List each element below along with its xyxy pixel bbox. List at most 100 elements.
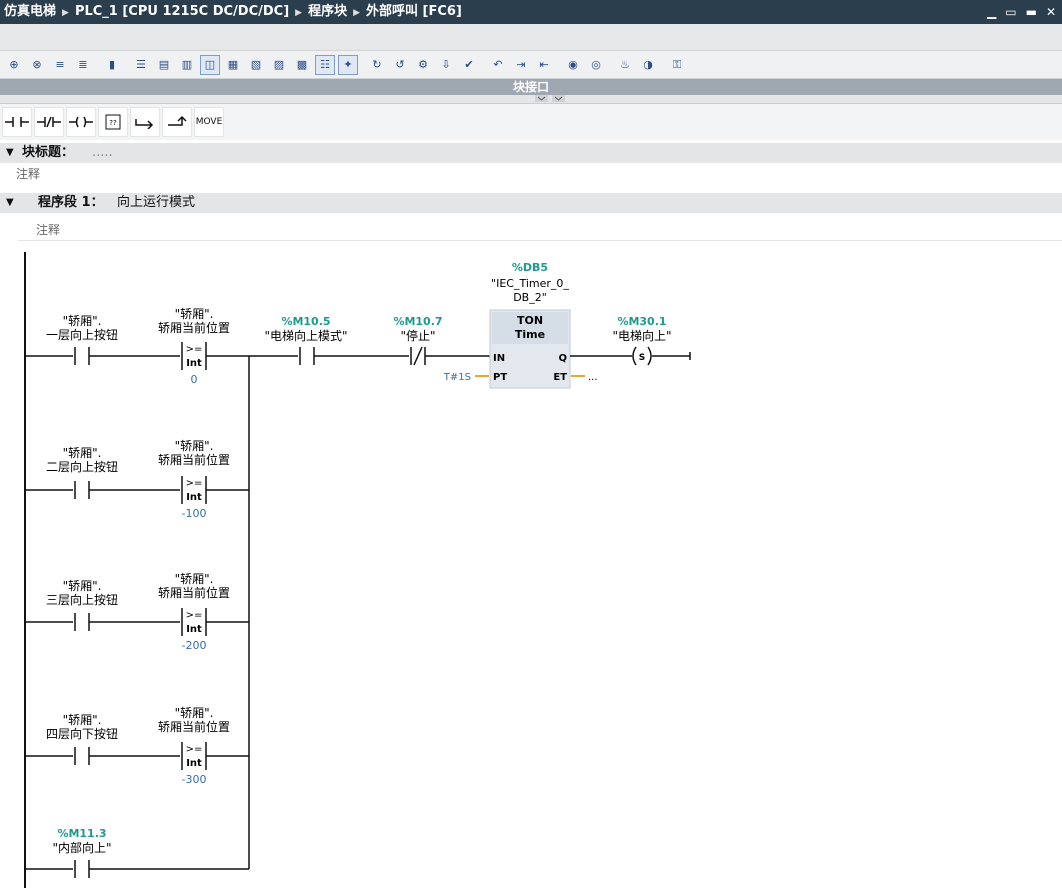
- network-label: 程序段 1：: [38, 195, 104, 210]
- editor-toolbar: ⊕ ⊗ ≡ ≣ ▮ ☰ ▤ ▥ ◫ ▦ ▧ ▨ ▩ ☷ ✦ ↻ ↺ ⚙ ⇩ ✔ …: [0, 51, 1062, 79]
- contact-address[interactable]: %M10.7: [393, 315, 442, 328]
- open-branch-icon[interactable]: [130, 107, 160, 137]
- symbol-info-icon[interactable]: ▨: [269, 55, 289, 75]
- cmp-name-line2: 轿厢当前位置: [158, 585, 230, 600]
- et-value[interactable]: ...: [588, 372, 598, 383]
- coil-address[interactable]: %M30.1: [617, 315, 666, 328]
- move-instruction-button[interactable]: MOVE: [194, 107, 224, 137]
- lock-icon[interactable]: ⚿: [667, 55, 687, 75]
- cmp-value[interactable]: 0: [191, 373, 198, 386]
- open-networks-icon[interactable]: ☰: [131, 55, 151, 75]
- check-icon[interactable]: ✔: [459, 55, 479, 75]
- append-row-icon[interactable]: ≣: [73, 55, 93, 75]
- insert-row-icon[interactable]: ≡: [50, 55, 70, 75]
- nc-contact-stop[interactable]: [410, 346, 426, 366]
- contact-floor2-up-button[interactable]: [74, 481, 90, 499]
- network-title[interactable]: 向上运行模式: [117, 193, 195, 213]
- pt-value[interactable]: T#1S: [443, 372, 471, 383]
- set-coil-elevator-up[interactable]: S: [632, 346, 652, 366]
- highlight-icon[interactable]: ✦: [338, 54, 358, 75]
- block-interface-bar[interactable]: 块接口: [0, 79, 1062, 104]
- contact-elevator-up-mode[interactable]: [299, 347, 315, 365]
- reset-icon[interactable]: ▮: [102, 55, 122, 75]
- close-branch-icon[interactable]: [162, 107, 192, 137]
- coil-icon[interactable]: [66, 107, 96, 137]
- insert-network-icon[interactable]: ⊕: [4, 55, 24, 75]
- simulation-icon[interactable]: ♨: [615, 55, 635, 75]
- monitor-all-icon[interactable]: ◎: [586, 55, 606, 75]
- lad-element-toolbar: ?? MOVE: [0, 104, 1062, 140]
- breadcrumb-folder[interactable]: 程序块: [308, 4, 347, 19]
- indent-icon[interactable]: ⇥: [511, 55, 531, 75]
- nc-contact-icon[interactable]: [34, 107, 64, 137]
- network-header[interactable]: ▼ 程序段 1： 向上运行模式: [0, 193, 1062, 213]
- contact-address[interactable]: %M10.5: [281, 315, 330, 328]
- no-contact-icon[interactable]: [2, 107, 32, 137]
- contact-floor3-up-button[interactable]: [74, 613, 90, 631]
- move-label: MOVE: [195, 117, 223, 127]
- cmp-type: Int: [186, 624, 202, 635]
- cmp-value[interactable]: -200: [182, 639, 207, 652]
- contact-name-line2: 三层向上按钮: [46, 592, 118, 607]
- main-rung: %M10.5 "电梯向上模式" %M10.7 "停止": [249, 315, 490, 366]
- collapse-icon[interactable]: ▼: [6, 143, 14, 163]
- title-bar: 仿真电梯 ▶ PLC_1 [CPU 1215C DC/DC/DC] ▶ 程序块 ▶ 外部呼叫…: [0, 0, 1062, 24]
- block-comment[interactable]: 注释: [16, 165, 40, 182]
- collapse-icon[interactable]: ▼: [6, 193, 14, 213]
- contact-name-line2: 一层向上按钮: [46, 327, 118, 342]
- close-icon[interactable]: ✕: [1046, 6, 1056, 18]
- pin-pt: PT: [493, 372, 507, 383]
- block-interface-label: 块接口: [0, 79, 1062, 95]
- glasses-icon[interactable]: ◑: [638, 55, 658, 75]
- cmp-type: Int: [186, 358, 202, 369]
- block-title-label: 块标题：: [22, 145, 75, 160]
- timer-db-address[interactable]: %DB5: [512, 261, 548, 274]
- timer-type: TON: [517, 314, 543, 327]
- contact-address[interactable]: %M11.3: [57, 827, 106, 840]
- symbol-table-icon[interactable]: ▩: [292, 55, 312, 75]
- float-window-icon[interactable]: ▭: [1005, 6, 1016, 18]
- network-comment[interactable]: 注释: [36, 221, 60, 238]
- cmp-name-line1: "轿厢".: [175, 306, 214, 321]
- breadcrumb-project[interactable]: 仿真电梯: [4, 4, 56, 19]
- contact-name-line2: 二层向上按钮: [46, 459, 118, 474]
- contact-name-line1: "轿厢".: [63, 712, 102, 727]
- contact-name-line1: "轿厢".: [63, 313, 102, 328]
- contact-name-line1: "轿厢".: [63, 578, 102, 593]
- editor-header-strip: [0, 24, 1062, 51]
- contact-name-line2: 四层向下按钮: [46, 726, 118, 741]
- breadcrumb-device[interactable]: PLC_1 [CPU 1215C DC/DC/DC]: [75, 4, 289, 19]
- delete-network-icon[interactable]: ⊗: [27, 55, 47, 75]
- set-breakpoint-icon[interactable]: ↻: [367, 55, 387, 75]
- list-view-icon[interactable]: ☷: [315, 54, 335, 75]
- close-networks-icon[interactable]: ▤: [154, 55, 174, 75]
- breadcrumb-arrow-icon: ▶: [353, 8, 360, 18]
- outdent-icon[interactable]: ⇤: [534, 55, 554, 75]
- remove-breakpoint-icon[interactable]: ↺: [390, 55, 410, 75]
- breadcrumb-block[interactable]: 外部呼叫 [FC6]: [366, 4, 462, 19]
- compile-icon[interactable]: ⚙: [413, 55, 433, 75]
- network-comments-icon[interactable]: ◫: [200, 54, 220, 75]
- splitter-grip-icon[interactable]: [535, 95, 565, 102]
- cmp-operator: >=: [186, 478, 203, 489]
- breadcrumb-arrow-icon: ▶: [62, 8, 69, 18]
- download-icon[interactable]: ⇩: [436, 55, 456, 75]
- goto-previous-icon[interactable]: ↶: [488, 55, 508, 75]
- monitor-icon[interactable]: ◉: [563, 55, 583, 75]
- block-title-value[interactable]: .....: [92, 143, 113, 163]
- block-title-header[interactable]: ▼ 块标题： .....: [0, 143, 1062, 163]
- absolute-operands-icon[interactable]: ▦: [223, 55, 243, 75]
- comment-divider: [18, 240, 1062, 241]
- cmp-value[interactable]: -300: [182, 773, 207, 786]
- cmp-value[interactable]: -100: [182, 507, 207, 520]
- favorites-icon[interactable]: ▥: [177, 55, 197, 75]
- contact-internal-up[interactable]: [74, 860, 90, 878]
- timer-subtype: Time: [515, 328, 545, 341]
- contact-floor4-down-button[interactable]: [74, 747, 90, 765]
- operand-info-icon[interactable]: ▧: [246, 55, 266, 75]
- contact-floor1-up-button[interactable]: [74, 347, 90, 365]
- ton-timer-box[interactable]: %DB5 "IEC_Timer_0_ DB_2" TON Time IN PT …: [489, 261, 571, 389]
- maximize-icon[interactable]: ▬: [1026, 6, 1037, 18]
- empty-box-icon[interactable]: ??: [98, 107, 128, 137]
- minimize-icon[interactable]: ▁: [987, 6, 996, 18]
